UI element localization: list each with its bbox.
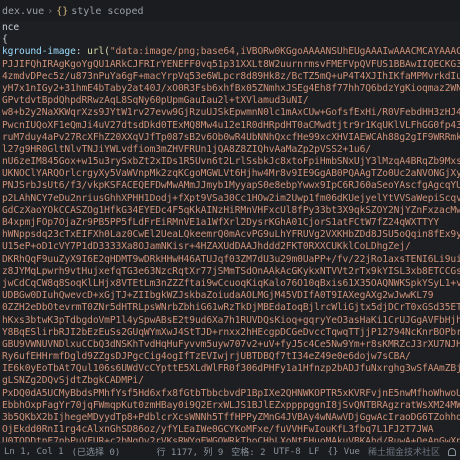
code-line: 0ZZH2eDbOtevrmT0ZNr5dHTRLpsWNrbZbhiG61wR… bbox=[2, 302, 460, 314]
code-line: PxDQ0dA5UCMyBbdsPMhfYsf5Hd6xfx8fGtbTbbcb… bbox=[2, 387, 460, 399]
code-line: { bbox=[2, 34, 8, 46]
code-line: l27g9HR0GltNlvTNJiYWLvdfiom3mZHVFRUn1jQA… bbox=[2, 143, 371, 155]
code-line-background: kground-image: url("data:image/png;base6… bbox=[0, 46, 460, 58]
status-selected: (已选择 0) bbox=[71, 448, 121, 458]
css-string: "data:image/png;base64,iVBORw0KGgoAAAANS… bbox=[109, 46, 460, 58]
css-property: kground-image bbox=[2, 46, 76, 58]
breadcrumb-scope[interactable]: style scoped bbox=[71, 6, 143, 17]
code-line: jwCdCqCW8q8SoqKlLHjx8VTEtLm3nZZZftai9wCc… bbox=[2, 277, 460, 289]
watermark: 稀土掘金技术社区 bbox=[367, 448, 440, 458]
status-position[interactable]: Ln 1, Col 1 bbox=[4, 447, 64, 457]
code-line: IE6k0yEoTbAt7Qul106s6UWdVcCYpttE5XLdWlFR… bbox=[2, 363, 460, 375]
code-editor[interactable]: nce { kground-image: url("data:image/png… bbox=[0, 22, 460, 442]
code-line: w8+b2y2NaXKWqrXzs9JYtW1rv27evw9GjRzuUJSk… bbox=[2, 107, 460, 119]
code-line: B4xpmjFOp7OjaZr9PB5PP5fLdFrEiRMnVE1a1WfX… bbox=[2, 217, 440, 228]
code-line: gLSNZg2DQvSjdtZbgkCADMPi/ bbox=[2, 375, 144, 387]
code-line: Ry6ufEHHrmfDgld9ZZgsDJPgcCig4ogIfTzEVIwj… bbox=[2, 351, 411, 363]
code-line: 3b5QKbX2bIjhegeMDyydTp8+PdblcrXcsWNNh5Tf… bbox=[2, 412, 460, 423]
code-line: UKNOClYARQOrlcrgyXy5VaWVnpMk2zqKCgoMGWLV… bbox=[2, 168, 460, 180]
code-line: nce bbox=[2, 22, 20, 33]
code-line: hKxs3btwK3pTdbgdoVmP1l4ySpwABsE2t9ud6Xa7… bbox=[2, 314, 460, 326]
status-encoding[interactable]: UTF-8 bbox=[274, 447, 301, 457]
breadcrumb-file[interactable]: dex.vue bbox=[2, 6, 44, 17]
code-line: ruM7duy4aPv27RcXFhZ20XXqVJfTp087sB2v6Ob0… bbox=[2, 131, 460, 143]
breadcrumb: dex.vue › {} style scoped bbox=[0, 0, 460, 22]
css-function: url( bbox=[87, 46, 110, 58]
bell-icon[interactable] bbox=[448, 447, 456, 456]
code-line: z8JYMqLpwrh9vtHujxefqTG3e63NzcRqtXr77jSM… bbox=[2, 265, 460, 277]
code-line: UDBGw0DIuhQwevcD+xGjTJ+ZIIbgkWZJskbaZoiu… bbox=[2, 290, 434, 302]
braces-icon: {} bbox=[56, 5, 69, 17]
breadcrumb-separator: › bbox=[47, 5, 54, 17]
code-line: p2LAhNCY7eDu2nriusGhhXPHH1Dodj+fXpt9VSa3… bbox=[2, 192, 460, 204]
code-line: DKRhQqF9uuZyX9I6E2qHDMT9wDRkHHwH46ATUJqf… bbox=[2, 253, 460, 265]
status-lines[interactable]: 行 1177, 列 9 bbox=[156, 445, 223, 458]
status-bar: Ln 1, Col 1 (已选择 0) 行 1177, 列 9 空格: 2 UT… bbox=[0, 442, 460, 460]
status-eol[interactable]: LF bbox=[309, 447, 320, 457]
code-line: OjEkdd0RnI1rg4cAlxnGhSD86oz/yfYLEaIWe0GC… bbox=[2, 424, 434, 436]
code-line: nU6zeIM845Gox+w15u3rySxbZt2xIDs1R5Uvn6t2… bbox=[2, 156, 460, 168]
base64-block: PJJIFQhIRAgKgoYgQU1ARkCJFRIrYENEFF0vq51p… bbox=[0, 59, 460, 442]
status-language[interactable]: {} Vue bbox=[327, 447, 360, 457]
code-line: GdCzXaoYOkCCASZOg1HfkG34EYEDc4F5qKkAINzH… bbox=[2, 204, 460, 216]
code-line: PNJSrbJsUt6/f3/vkpKSFACEQEFDwMwAMmJJmyb1… bbox=[2, 180, 460, 192]
code-line: GPvtdvtBpdQhpdRRwzAqL8SqNy60pUpmGauIau2l… bbox=[2, 95, 309, 107]
code-line: yH7x1nIGy2+31hmE4bTaby2at40J/xO0R3Fsb6xh… bbox=[2, 82, 460, 94]
code-line: Y8BqESlirbRJI2bEzEuSs2GUqWYmXwJ4StTJD+rn… bbox=[2, 326, 460, 338]
code-line: PJJIFQhIRAgKgoYgQU1ARkCJFRIrYENEFF0vq51p… bbox=[2, 58, 460, 70]
code-line: U15eP+oD1cVY7P1dD3333Xa8OJamNKisr+4HZAXU… bbox=[2, 241, 411, 253]
code-line: GBU9VWNUVNDlxuCCbQ3dNSKhTvdHqHuFyvvm5uyw… bbox=[2, 338, 460, 350]
code-line: 4zmdvDPec5z/u873nPuYa6gF+macYrpVq53e6WLp… bbox=[2, 70, 460, 82]
code-line: EbbhOxpFagYr70jqFWmqpKut0zmHBay0i9Q2ErxW… bbox=[2, 399, 460, 411]
status-spaces[interactable]: 空格: 2 bbox=[231, 445, 265, 458]
code-line: PwcnIUQoXF1eQmJi4uV27dtsdDkd0TExMQ8Mw4u1… bbox=[2, 119, 460, 131]
code-line: hWNppsdq23cTxEIFXh0Laz0CwEl2UeaLQkeemrQ0… bbox=[2, 229, 460, 241]
